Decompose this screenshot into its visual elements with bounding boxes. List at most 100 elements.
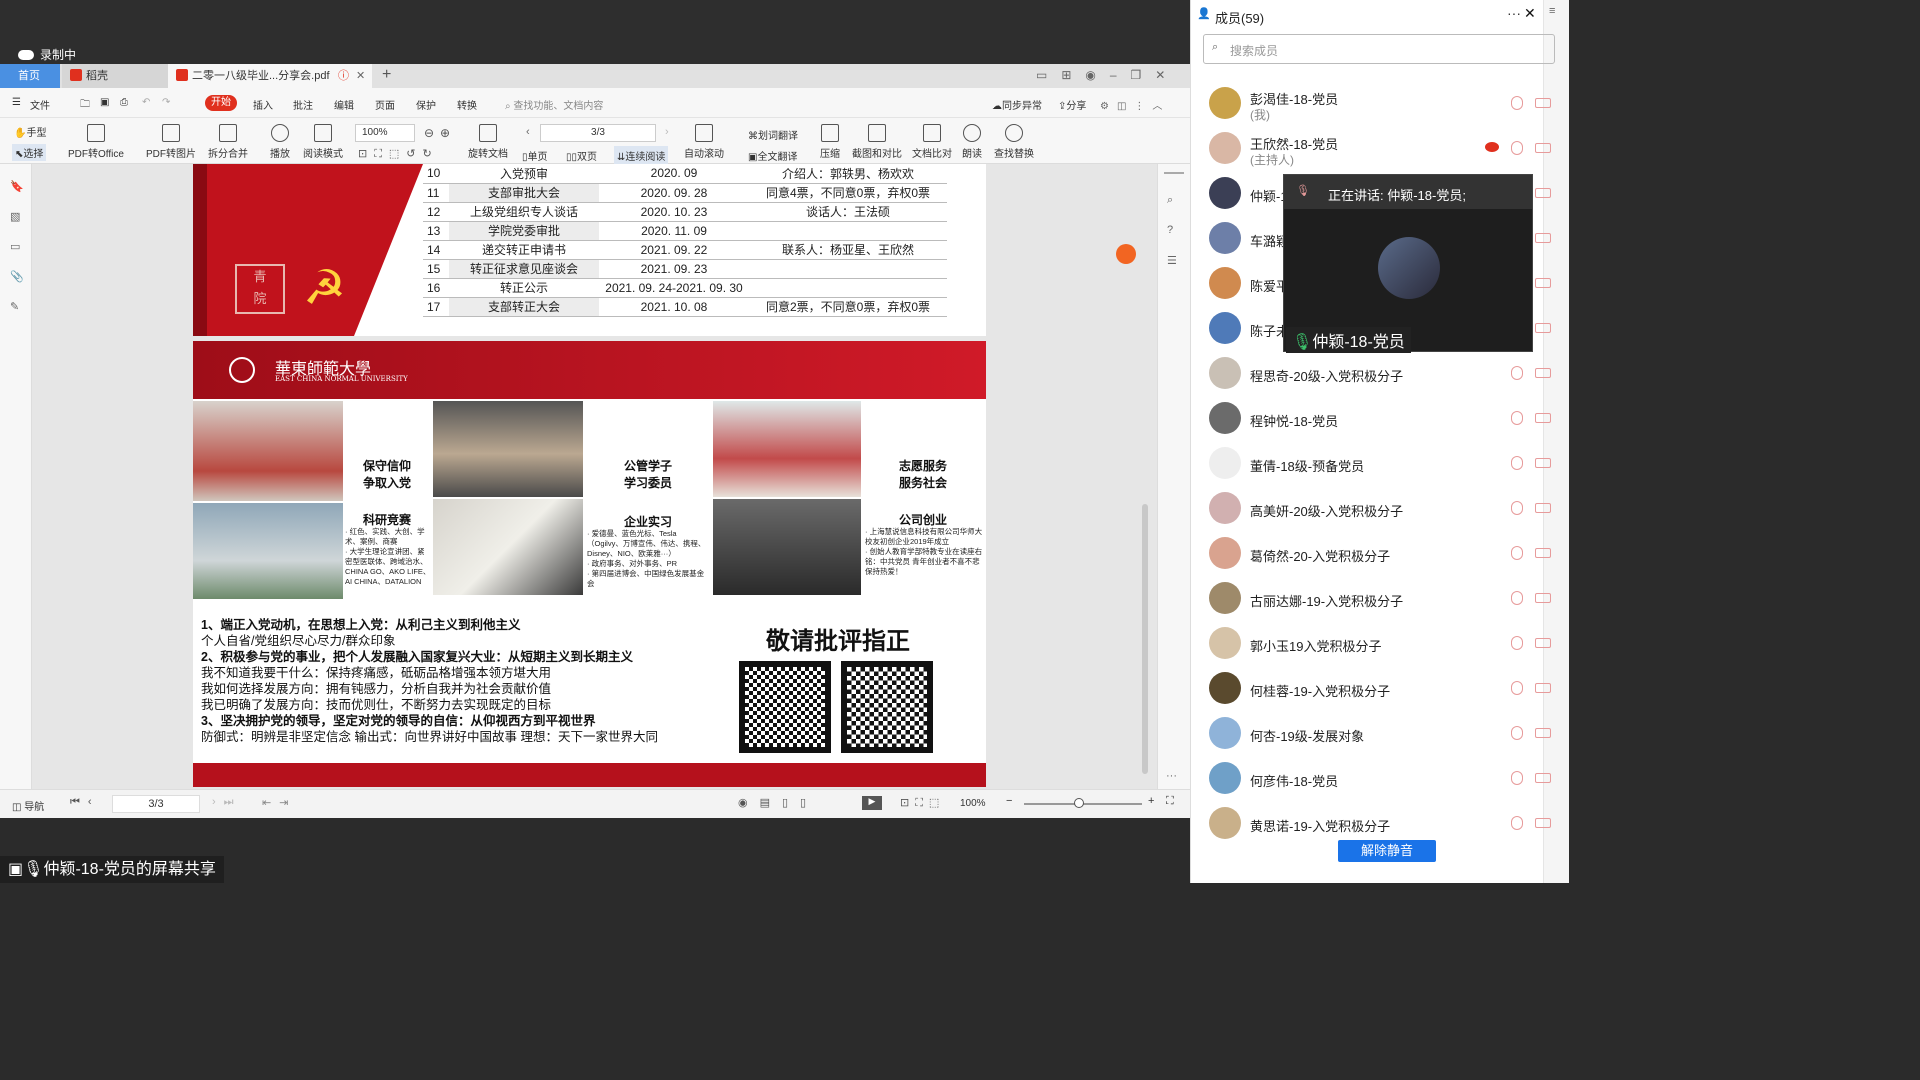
read-mode[interactable]: 阅读模式: [303, 124, 343, 160]
sidebar-toggle-icon[interactable]: [1164, 172, 1184, 174]
camera-off-icon[interactable]: [1535, 98, 1551, 108]
camera-off-icon[interactable]: [1535, 143, 1551, 153]
muted-mic-icon[interactable]: [1511, 366, 1523, 380]
camera-off-icon[interactable]: [1535, 773, 1551, 783]
tab-docer[interactable]: 稻壳: [62, 64, 168, 88]
double-page-button[interactable]: ▯▯双页: [566, 148, 597, 163]
camera-off-icon[interactable]: [1535, 323, 1551, 333]
camera-off-icon[interactable]: [1535, 413, 1551, 423]
muted-mic-icon[interactable]: [1511, 726, 1523, 740]
member-item[interactable]: 董倩-18级-预备党员: [1191, 441, 1569, 486]
muted-mic-icon[interactable]: [1511, 456, 1523, 470]
doc-compare[interactable]: 文档比对: [912, 124, 952, 160]
status-page-input[interactable]: 3/3: [112, 795, 200, 813]
muted-mic-icon[interactable]: [1511, 816, 1523, 830]
camera-off-icon[interactable]: [1535, 458, 1551, 468]
fullscreen-icon[interactable]: ⛶: [1166, 795, 1174, 808]
attachment-icon[interactable]: 📎: [10, 270, 24, 283]
find-replace[interactable]: 查找替换: [994, 124, 1034, 160]
undo-icon[interactable]: ↶: [142, 97, 150, 108]
view-tools[interactable]: ⊡⛶⬚↺↻: [358, 147, 439, 161]
panel-close-icon[interactable]: ✕: [1524, 5, 1536, 22]
more-icon[interactable]: ···: [1166, 770, 1177, 782]
muted-mic-icon[interactable]: [1511, 141, 1523, 155]
pdf-to-image[interactable]: PDF转图片: [146, 124, 196, 160]
camera-off-icon[interactable]: [1535, 278, 1551, 288]
history-icons[interactable]: ⇤⇥: [262, 796, 296, 809]
bookmark-icon[interactable]: 🔖: [10, 180, 24, 193]
menu-insert[interactable]: 插入: [253, 97, 273, 112]
camera-off-icon[interactable]: [1535, 188, 1551, 198]
zoom-out-icon[interactable]: −: [1006, 795, 1012, 807]
page-input[interactable]: 3/3: [540, 124, 656, 142]
next-page-icon[interactable]: ›: [665, 126, 669, 138]
read-aloud[interactable]: 朗读: [962, 124, 982, 160]
signature-icon[interactable]: ✎: [10, 300, 19, 313]
hand-tool[interactable]: ✋手型: [14, 124, 46, 139]
new-tab-button[interactable]: +: [382, 66, 391, 84]
camera-off-icon[interactable]: [1535, 728, 1551, 738]
member-item[interactable]: 葛倚然-20-入党积极分子: [1191, 531, 1569, 576]
muted-mic-icon[interactable]: [1511, 501, 1523, 515]
camera-off-icon[interactable]: [1535, 593, 1551, 603]
view-mode-icons[interactable]: ◉▤▯▯: [738, 796, 818, 809]
more-icons[interactable]: ⚙◫⋮︿: [1100, 97, 1170, 112]
word-translate[interactable]: ⌘划词翻译: [748, 127, 798, 142]
find-icon[interactable]: ⌕: [1167, 194, 1173, 207]
menu-annotate[interactable]: 批注: [293, 97, 313, 112]
status-zoom[interactable]: 100%: [960, 798, 986, 809]
muted-mic-icon[interactable]: [1511, 96, 1523, 110]
camera-off-icon[interactable]: [1535, 233, 1551, 243]
muted-mic-icon[interactable]: [1511, 771, 1523, 785]
save-icon[interactable]: ▣: [100, 97, 109, 108]
zoom-select[interactable]: 100%: [355, 124, 415, 142]
member-item[interactable]: 彭渴佳-18-党员 (我): [1191, 81, 1569, 126]
member-item[interactable]: 程钟悦-18-党员: [1191, 396, 1569, 441]
function-search[interactable]: ⌕ 查找功能、文档内容: [505, 97, 603, 112]
menu-edit[interactable]: 编辑: [334, 97, 354, 112]
settings-sliders-icon[interactable]: ☰: [1167, 254, 1177, 267]
muted-mic-icon[interactable]: [1511, 591, 1523, 605]
split-merge[interactable]: 拆分合并: [208, 124, 248, 160]
menu-start[interactable]: 开始: [205, 95, 237, 111]
camera-off-icon[interactable]: [1535, 368, 1551, 378]
member-item[interactable]: 高美妍-20级-入党积极分子: [1191, 486, 1569, 531]
first-prev-icons[interactable]: ⏮‹: [70, 796, 100, 809]
member-search[interactable]: ⌕ 搜索成员: [1203, 34, 1555, 64]
member-item[interactable]: 何桂蓉-19-入党积极分子: [1191, 666, 1569, 711]
share-button[interactable]: ⇪分享: [1058, 97, 1086, 112]
open-icon[interactable]: 🗀: [80, 97, 90, 114]
screenshot-compare[interactable]: 截图和对比: [852, 124, 902, 160]
member-item[interactable]: 王欣然-18-党员 (主持人): [1191, 126, 1569, 171]
compress[interactable]: 压缩: [820, 124, 840, 160]
panel-menu-icon[interactable]: ≡: [1549, 5, 1555, 17]
thumbnail-icon[interactable]: ▧: [10, 210, 20, 223]
help-icon[interactable]: ?: [1167, 224, 1173, 236]
select-tool[interactable]: ⬉选择: [12, 144, 47, 161]
camera-off-icon[interactable]: [1535, 503, 1551, 513]
menu-convert[interactable]: 转换: [457, 97, 477, 112]
play-button[interactable]: 播放: [270, 124, 290, 160]
camera-off-icon[interactable]: [1535, 638, 1551, 648]
tab-pdf[interactable]: 二零一八级毕业...分享会.pdf ⓘ ✕: [168, 64, 372, 88]
menu-icon[interactable]: ☰: [12, 97, 21, 108]
member-item[interactable]: 何杏-19级-发展对象: [1191, 711, 1569, 756]
vertical-scrollbar[interactable]: [1142, 504, 1148, 774]
member-item[interactable]: 郭小玉19入党积极分子: [1191, 621, 1569, 666]
comment-icon[interactable]: ▭: [10, 240, 20, 253]
prev-page-icon[interactable]: ‹: [526, 126, 530, 138]
tab-home[interactable]: 首页: [0, 64, 60, 88]
zoom-slider-handle[interactable]: [1074, 798, 1084, 808]
member-item[interactable]: 古丽达娜-19-入党积极分子: [1191, 576, 1569, 621]
menu-protect[interactable]: 保护: [416, 97, 436, 112]
print-icon[interactable]: ⎙: [120, 97, 128, 108]
panel-more-icon[interactable]: ···: [1507, 5, 1521, 21]
play-slides-button[interactable]: ▶: [862, 796, 882, 810]
camera-off-icon[interactable]: [1535, 818, 1551, 828]
muted-mic-icon[interactable]: [1511, 636, 1523, 650]
camera-off-icon[interactable]: [1535, 683, 1551, 693]
member-item[interactable]: 何彦伟-18-党员: [1191, 756, 1569, 801]
next-last-icons[interactable]: ›⏭: [212, 796, 242, 809]
fit-icons[interactable]: ⊡⛶⬚: [900, 796, 945, 810]
menu-page[interactable]: 页面: [375, 97, 395, 112]
